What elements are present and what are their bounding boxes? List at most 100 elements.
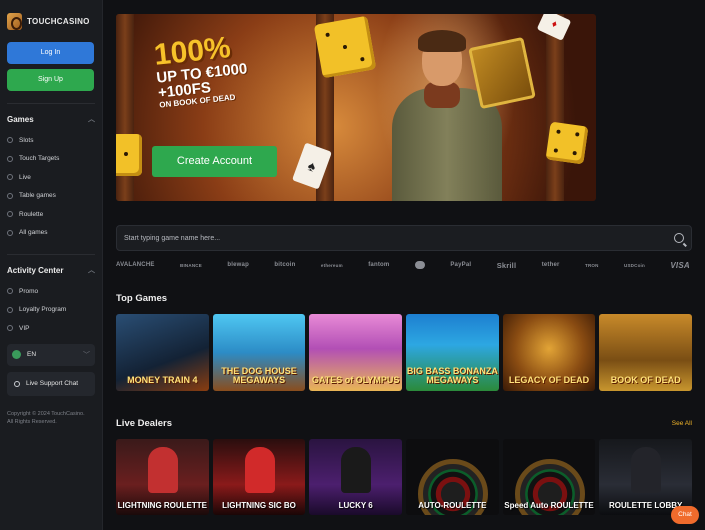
login-button[interactable]: Log In xyxy=(7,42,94,64)
payment-logo: TRON xyxy=(585,262,599,268)
section-title: Live Dealers xyxy=(116,417,172,429)
chevron-down-icon: ﹀ xyxy=(83,351,90,359)
sidebar-item-label: VIP xyxy=(19,324,30,332)
game-search-bar[interactable]: Start typing game name here... xyxy=(116,225,692,251)
sidebar-item-vip[interactable]: VIP xyxy=(7,319,95,338)
language-selector[interactable]: EN ﹀ xyxy=(7,343,95,366)
sidebar-item-slots[interactable]: Slots xyxy=(7,131,95,150)
sidebar-item-table-games[interactable]: Table games xyxy=(7,187,95,206)
sidebar-item-label: Slots xyxy=(19,136,34,144)
search-icon[interactable] xyxy=(674,233,684,243)
sidebar-item-roulette[interactable]: Roulette xyxy=(7,205,95,224)
payment-logo: tether xyxy=(541,262,560,268)
sidebar-item-label: Touch Targets xyxy=(19,155,60,163)
sidebar-item-promo[interactable]: Promo xyxy=(7,282,95,301)
sidebar-divider xyxy=(7,103,95,104)
globe-icon xyxy=(12,350,21,359)
game-tile[interactable]: BOOK OF DEAD xyxy=(599,314,693,391)
payment-logo: BINANCE xyxy=(180,262,202,268)
sidebar-item-live[interactable]: Live xyxy=(7,168,95,187)
live-game-tile[interactable]: LIGHTNING SIC BO xyxy=(212,439,306,515)
chat-button[interactable]: Chat xyxy=(671,506,699,524)
star-icon xyxy=(7,306,13,313)
game-title: GATES of OLYMPUS xyxy=(311,375,400,385)
games-section-header[interactable]: Games ︿ xyxy=(7,114,95,124)
game-title: ROULETTE LOBBY xyxy=(609,501,683,510)
coin-icon xyxy=(414,261,425,269)
sidebar-divider xyxy=(7,254,95,255)
game-title: LUCKY 6 xyxy=(338,501,373,510)
brand-logo[interactable]: TOUCHCASINO xyxy=(7,8,95,34)
sidebar-item-loyalty[interactable]: Loyalty Program xyxy=(7,301,95,320)
live-game-tile[interactable]: ROULETTE LOBBY xyxy=(599,439,693,515)
games-section-title: Games xyxy=(7,114,34,124)
language-label: EN xyxy=(27,351,37,358)
chevron-up-icon[interactable]: ︿ xyxy=(88,265,95,275)
game-title: AUTO-ROULETTE xyxy=(418,501,487,510)
live-icon xyxy=(7,174,13,181)
live-support-label: Live Support Chat xyxy=(26,380,79,387)
payment-logo: VISA xyxy=(670,260,690,270)
live-game-tile[interactable]: AUTO-ROULETTE xyxy=(406,439,499,515)
sidebar-item-touch-targets[interactable]: Touch Targets xyxy=(7,150,95,169)
live-dealers-row: LIGHTNING ROULETTE LIGHTNING SIC BO LUCK… xyxy=(116,439,693,515)
logo-icon xyxy=(7,12,22,30)
game-tile[interactable]: LEGACY OF DEAD xyxy=(502,314,596,391)
game-title: BIG BASS BONANZA MEGAWAYS xyxy=(406,366,498,385)
game-tile[interactable]: BIG BASS BONANZA MEGAWAYS xyxy=(406,314,499,391)
activity-section-header[interactable]: Activity Center ︿ xyxy=(7,265,95,275)
copyright: Copyright © 2024 TouchCasino. All Rights… xyxy=(7,410,95,426)
signup-button[interactable]: Sign Up xyxy=(7,69,94,91)
game-title: BOOK OF DEAD xyxy=(610,375,681,385)
live-dealers-header: Live Dealers See All xyxy=(116,417,692,429)
search-input[interactable]: Start typing game name here... xyxy=(124,235,220,242)
payment-logo: bitcoin xyxy=(274,262,296,268)
create-account-button[interactable]: Create Account xyxy=(152,146,277,177)
sidebar-item-label: Loyalty Program xyxy=(19,306,67,314)
chat-bubble-icon xyxy=(14,380,20,387)
payment-logo: USDCoin xyxy=(624,262,645,268)
pillar-decoration xyxy=(546,14,564,201)
sidebar-item-all-games[interactable]: All games xyxy=(7,224,95,243)
payment-logo: blewap xyxy=(227,262,249,268)
top-games-row: MONEY TRAIN 4 THE DOG HOUSE MEGAWAYS GAT… xyxy=(116,314,693,391)
target-icon xyxy=(7,155,13,162)
sidebar-item-label: All games xyxy=(19,229,48,237)
game-tile[interactable]: GATES of OLYMPUS xyxy=(309,314,403,391)
dice-image xyxy=(116,134,142,176)
game-tile[interactable]: MONEY TRAIN 4 xyxy=(116,314,209,391)
payment-logo: fantom xyxy=(368,262,390,268)
see-all-link[interactable]: See All xyxy=(672,420,692,427)
copyright-line: All Rights Reserved. xyxy=(7,418,57,425)
game-title: MONEY TRAIN 4 xyxy=(127,375,198,385)
promo-banner[interactable]: ♠ ♦ 100% UP TO €1000 +100FS ON BOOK OF D… xyxy=(116,14,596,201)
game-tile[interactable]: THE DOG HOUSE MEGAWAYS xyxy=(212,314,306,391)
payment-logo: Skrill xyxy=(496,260,517,270)
game-title: LIGHTNING ROULETTE xyxy=(117,501,207,510)
cards-icon xyxy=(7,192,13,199)
payment-methods: AVALANCHE BINANCE blewap bitcoin ethereu… xyxy=(116,260,692,270)
copyright-line: Copyright © 2024 TouchCasino. xyxy=(7,410,85,417)
sidebar: TOUCHCASINO Log In Sign Up Games ︿ Slots… xyxy=(0,0,103,530)
activity-section-title: Activity Center xyxy=(7,265,64,275)
chevron-up-icon[interactable]: ︿ xyxy=(88,114,95,124)
game-title: LEGACY OF DEAD xyxy=(508,375,590,385)
crown-icon xyxy=(7,325,13,332)
dice-image xyxy=(313,15,377,79)
live-game-tile[interactable]: Speed Auto ROULETTE xyxy=(502,439,596,515)
live-game-tile[interactable]: LIGHTNING ROULETTE xyxy=(116,439,209,515)
playing-card-image: ♦ xyxy=(536,14,572,41)
game-title: THE DOG HOUSE MEGAWAYS xyxy=(221,366,297,385)
slots-icon xyxy=(7,137,13,144)
top-games-header: Top Games xyxy=(116,292,692,304)
live-support-button[interactable]: Live Support Chat xyxy=(7,371,95,396)
sidebar-item-label: Promo xyxy=(19,287,39,295)
live-game-tile[interactable]: LUCKY 6 xyxy=(309,439,403,515)
payment-logo: AVALANCHE xyxy=(116,262,155,268)
sidebar-item-label: Table games xyxy=(19,192,56,200)
dice-image xyxy=(545,121,589,165)
game-title: LIGHTNING SIC BO xyxy=(222,501,296,510)
sidebar-item-label: Roulette xyxy=(19,210,44,218)
gift-icon xyxy=(7,288,13,295)
grid-icon xyxy=(7,229,13,236)
